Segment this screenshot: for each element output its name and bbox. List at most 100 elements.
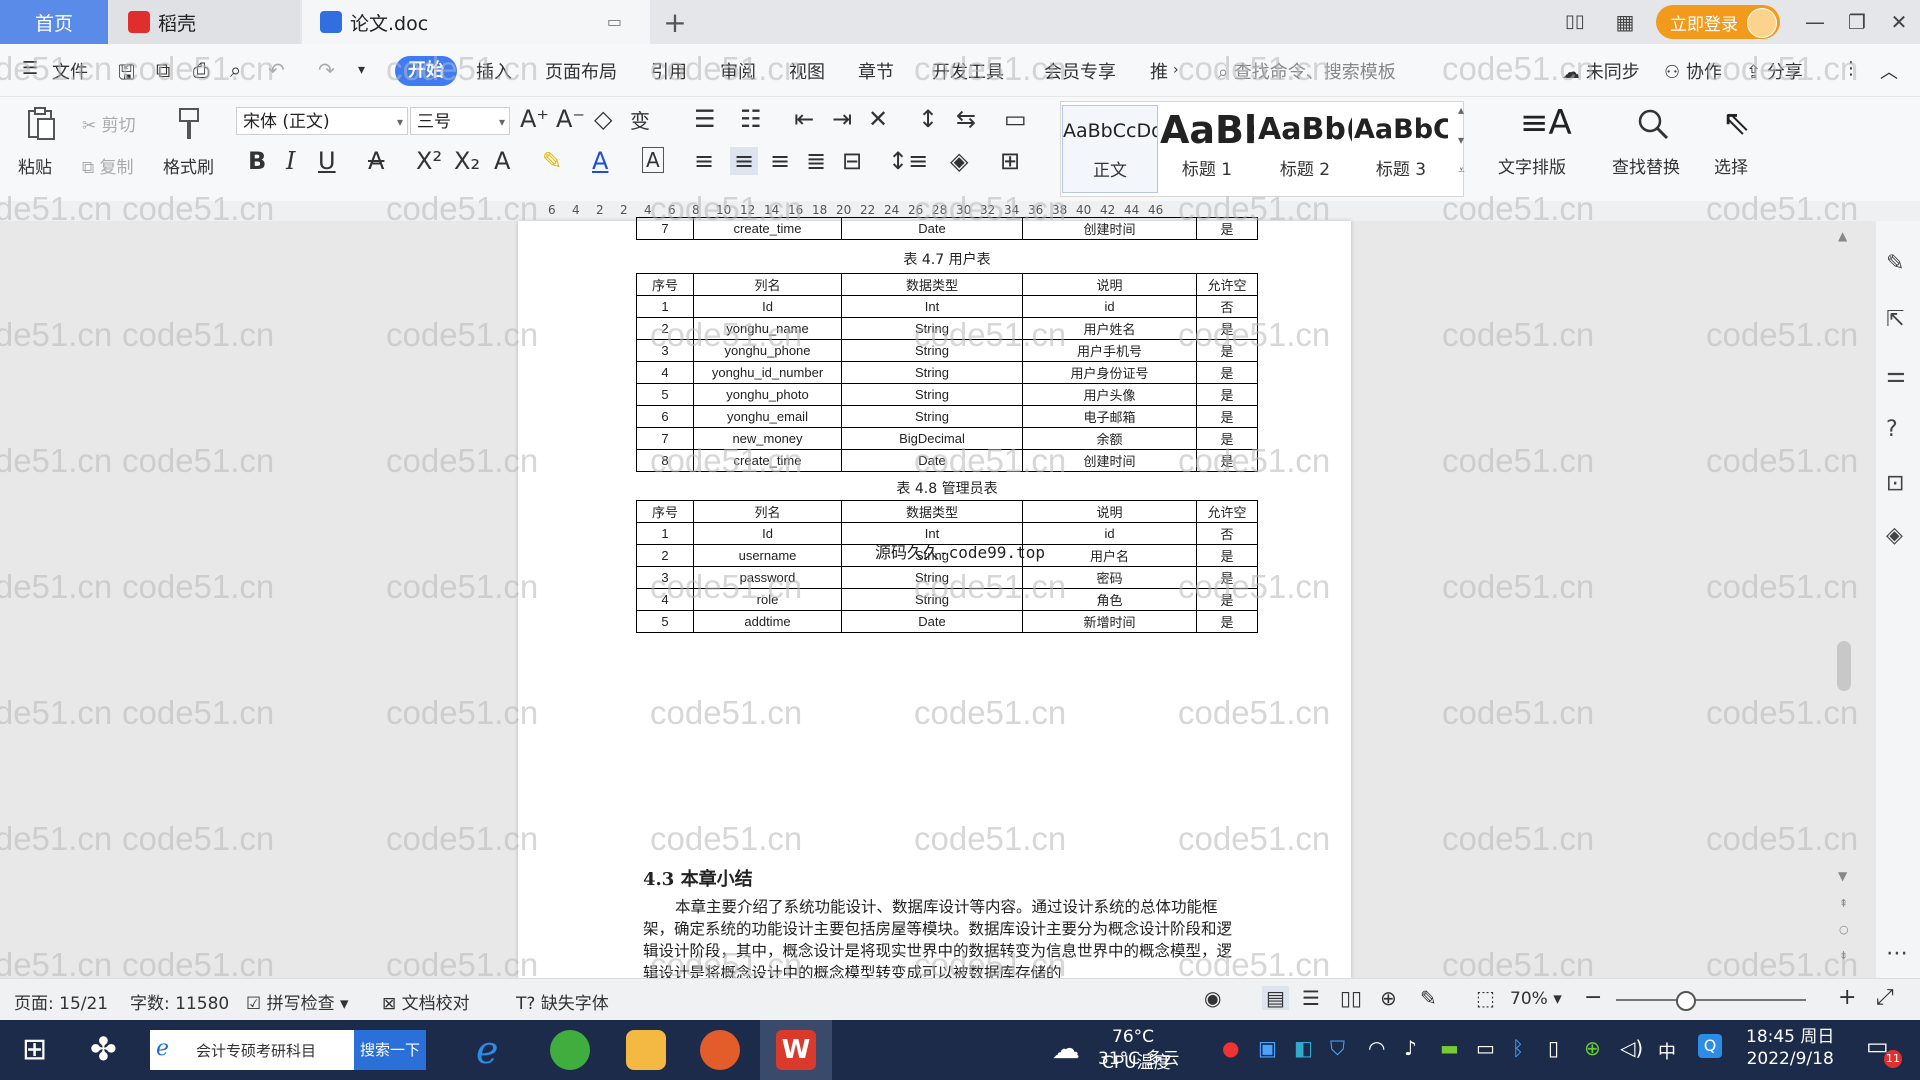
- scroll-down-icon[interactable]: ▼: [1838, 869, 1847, 883]
- distributed-icon[interactable]: ⊟: [842, 147, 862, 175]
- numbered-list-icon[interactable]: ☷: [740, 105, 762, 133]
- reading-view-icon[interactable]: ▯▯: [1340, 986, 1362, 1010]
- missing-font[interactable]: T? 缺失字体: [516, 989, 609, 1014]
- tray-bag-icon[interactable]: ▣: [1258, 1036, 1277, 1060]
- menu-page-layout[interactable]: 页面布局: [545, 58, 617, 84]
- eye-protect-icon[interactable]: ◉: [1204, 986, 1221, 1010]
- login-button[interactable]: 立即登录: [1656, 5, 1780, 39]
- tray-q-icon[interactable]: Q: [1698, 1034, 1722, 1058]
- tab-home[interactable]: 首页: [0, 0, 108, 44]
- subscript-icon[interactable]: X₂: [454, 147, 480, 175]
- menu-icon[interactable]: ☰: [22, 58, 38, 79]
- windows-start-icon[interactable]: ⊞: [22, 1032, 47, 1067]
- menu-review[interactable]: 审阅: [720, 58, 756, 84]
- text-effect-icon[interactable]: A: [494, 147, 510, 175]
- volume-icon[interactable]: ◁): [1620, 1036, 1643, 1060]
- paste-icon[interactable]: [24, 107, 58, 141]
- style-normal[interactable]: AaBbCcDd 正文: [1062, 105, 1158, 193]
- sort-icon[interactable]: ↕: [918, 105, 938, 133]
- align-left-icon[interactable]: ≡: [694, 147, 714, 175]
- customize-icon[interactable]: ▾: [358, 62, 365, 78]
- print-preview-icon[interactable]: ⌕: [230, 58, 241, 82]
- style-expand-icon[interactable]: ⩡: [1458, 163, 1465, 178]
- word-count[interactable]: 字数: 11580: [130, 989, 229, 1014]
- cut-button[interactable]: ✂ 剪切: [82, 111, 136, 136]
- write-view-icon[interactable]: ✎: [1420, 986, 1437, 1010]
- fit-page-icon[interactable]: ⬚: [1476, 986, 1495, 1010]
- restore-icon[interactable]: ❐: [1842, 8, 1872, 36]
- menu-chapter[interactable]: 章节: [858, 58, 894, 84]
- taskbar-search-button[interactable]: 搜索一下: [354, 1030, 426, 1070]
- pen-icon[interactable]: ✎: [1886, 251, 1904, 276]
- menu-more-icon[interactable]: ›: [1173, 62, 1179, 78]
- file-explorer-icon[interactable]: [626, 1030, 666, 1070]
- zoom-slider-handle[interactable]: [1676, 991, 1696, 1011]
- battery-icon[interactable]: ▭: [1476, 1036, 1495, 1060]
- menu-view[interactable]: 视图: [789, 58, 825, 84]
- menu-developer[interactable]: 开发工具: [932, 58, 1004, 84]
- screen-icon[interactable]: ▭: [607, 12, 622, 31]
- superscript-icon[interactable]: X²: [416, 147, 442, 175]
- system-clock[interactable]: 18:45 周日 2022/9/18: [1746, 1026, 1834, 1070]
- save-icon[interactable]: 🖫: [118, 58, 135, 92]
- redo-icon[interactable]: ↷: [318, 58, 335, 82]
- fullscreen-icon[interactable]: ⤢: [1876, 985, 1894, 1010]
- show-marks-icon[interactable]: ⇆: [956, 105, 976, 133]
- menu-file[interactable]: 文件: [52, 58, 88, 84]
- font-color-icon[interactable]: A: [592, 147, 608, 175]
- font-family-select[interactable]: 宋体 (正文) ▾: [236, 107, 408, 135]
- undo-icon[interactable]: ↶: [268, 58, 285, 82]
- diamond-icon[interactable]: ◈: [1886, 523, 1903, 548]
- clear-format-icon[interactable]: ◇: [594, 105, 612, 133]
- increase-font-icon[interactable]: A⁺: [520, 105, 549, 133]
- scrollbar-thumb[interactable]: [1837, 641, 1851, 691]
- web-view-icon[interactable]: ⊕: [1380, 986, 1397, 1010]
- layout-icon[interactable]: ▯▯: [1560, 8, 1590, 36]
- tray-gpu-icon[interactable]: ▬: [1440, 1036, 1459, 1060]
- command-search[interactable]: ⌕ 查找命令、搜索模板: [1218, 58, 1396, 84]
- doc-proofread[interactable]: ⊠ 文档校对: [382, 989, 470, 1014]
- tab-document[interactable]: 论文.doc ▭: [302, 0, 650, 44]
- font-size-select[interactable]: 三号 ▾: [410, 107, 510, 135]
- wifi-icon[interactable]: ◠: [1368, 1036, 1385, 1060]
- style-heading-1[interactable]: AaBb 标题 1: [1160, 105, 1254, 191]
- internet-explorer-icon[interactable]: ℯ: [476, 1028, 499, 1072]
- phonetic-icon[interactable]: 变: [630, 105, 650, 134]
- align-center-icon[interactable]: ≡: [730, 147, 759, 175]
- spell-check[interactable]: ☑ 拼写检查 ▾: [246, 989, 349, 1014]
- outline-view-icon[interactable]: ☰: [1302, 986, 1320, 1010]
- decrease-indent-icon[interactable]: ⇤: [794, 105, 814, 133]
- find-replace-button[interactable]: 查找替换: [1612, 153, 1680, 178]
- zoom-in-icon[interactable]: +: [1838, 985, 1856, 1010]
- bullet-list-icon[interactable]: ☰: [694, 105, 716, 133]
- menu-references[interactable]: 引用: [651, 58, 687, 84]
- share-button[interactable]: ⇪ 分享: [1746, 58, 1803, 84]
- next-page-icon[interactable]: ⇟: [1839, 949, 1848, 962]
- adjust-icon[interactable]: ⚌: [1886, 363, 1906, 388]
- tray-plus-icon[interactable]: ⊕: [1584, 1036, 1601, 1060]
- close-icon[interactable]: ✕: [1884, 8, 1914, 36]
- italic-icon[interactable]: I: [286, 147, 295, 175]
- browser-360-icon[interactable]: [550, 1030, 590, 1070]
- zoom-level[interactable]: 70% ▾: [1510, 989, 1562, 1009]
- format-painter-icon[interactable]: [172, 107, 206, 141]
- page-view-icon[interactable]: ▤: [1262, 986, 1289, 1010]
- bluetooth-icon[interactable]: ᛒ: [1512, 1036, 1524, 1060]
- strikethrough-icon[interactable]: A: [368, 147, 384, 175]
- usb-icon[interactable]: ▯: [1548, 1036, 1559, 1060]
- page-indicator[interactable]: 页面: 15/21: [14, 989, 108, 1014]
- print-icon[interactable]: ⎙: [193, 58, 209, 82]
- image-icon[interactable]: ⊡: [1886, 471, 1904, 496]
- zoom-slider[interactable]: [1616, 999, 1806, 1001]
- help-icon[interactable]: ?: [1886, 417, 1898, 442]
- more-options-icon[interactable]: ⋮: [1842, 58, 1860, 79]
- style-scroll-down-icon[interactable]: ▾: [1458, 133, 1464, 147]
- tab-daoke[interactable]: 稻壳: [110, 0, 300, 44]
- menu-start[interactable]: 开始: [395, 56, 457, 86]
- export-icon[interactable]: ⧉: [156, 58, 170, 82]
- justify-icon[interactable]: ≣: [806, 147, 826, 175]
- cursor-icon[interactable]: ⇱: [1886, 307, 1904, 332]
- document-page[interactable]: 7 create_time Date 创建时间 是 表 4.7 用户表 序号 列名…: [518, 217, 1351, 982]
- borders-icon[interactable]: ⊞: [1000, 147, 1020, 175]
- pinwheel-icon[interactable]: ✤: [90, 1030, 117, 1068]
